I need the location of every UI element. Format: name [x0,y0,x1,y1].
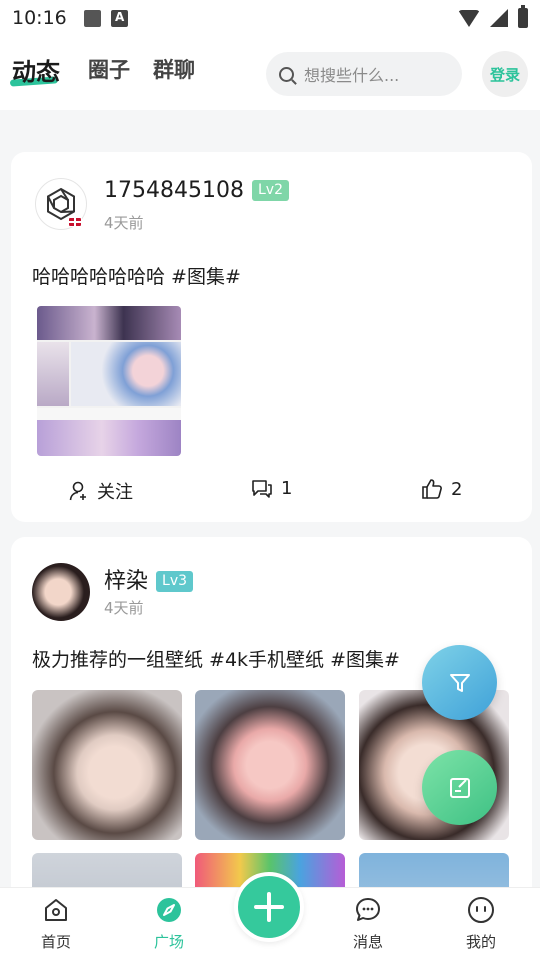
compass-icon [157,898,181,922]
wifi-icon [458,9,480,27]
signal-icon [490,9,508,27]
search-bar[interactable]: 想搜些什么... [266,52,462,96]
battery-icon [518,5,528,28]
profile-face-icon [468,897,494,923]
plus-icon [254,892,284,922]
post-image[interactable] [37,306,181,456]
comment-count: 1 [281,478,293,499]
follow-label: 关注 [97,482,133,503]
status-time: 10:16 [12,7,67,29]
comment-icon [252,479,272,498]
post-text: 哈哈哈哈哈哈哈 #图集# [32,266,241,288]
tab-group-chat[interactable]: 群聊 [153,54,195,84]
post-username[interactable]: 1754845108 Lv2 [104,178,289,203]
tab-circles[interactable]: 圈子 [88,54,130,84]
text-notification-icon [111,9,128,27]
avatar[interactable] [35,178,87,230]
nav-profile-label: 我的 [465,933,496,951]
filter-button[interactable] [422,645,497,720]
nav-home-label: 首页 [40,933,71,951]
username-text: 梓染 [104,569,149,594]
edit-note-icon [449,777,470,798]
level-badge: Lv3 [156,571,194,592]
nav-messages[interactable]: 消息 [338,896,398,952]
status-bar: 10:16 [0,0,540,36]
post-text: 极力推荐的一组壁纸 #4k手机壁纸 #图集# [32,649,400,671]
level-badge: Lv2 [251,180,289,201]
post-image[interactable] [195,690,345,840]
login-button[interactable]: 登录 [482,51,528,97]
nav-profile[interactable]: 我的 [451,896,511,952]
top-header: 动态 圈子 群聊 想搜些什么... 登录 [0,36,540,110]
chat-icon [356,898,380,921]
post-card[interactable]: 1754845108 Lv2 4天前 哈哈哈哈哈哈哈 #图集# 关注 1 2 [11,152,532,522]
like-count: 2 [451,478,463,500]
add-post-button[interactable] [234,872,304,942]
post-image[interactable] [32,690,182,840]
post-time: 4天前 [104,599,144,617]
uk-flag-icon [68,217,82,227]
search-placeholder: 想搜些什么... [304,66,400,85]
post-username[interactable]: 梓染 Lv3 [104,563,194,595]
nav-messages-label: 消息 [352,933,383,951]
filter-icon [449,673,470,692]
gallery-notification-icon [84,9,101,27]
avatar[interactable] [32,563,90,621]
thumbs-up-icon [422,479,442,499]
nav-home[interactable]: 首页 [26,896,86,952]
nav-square[interactable]: 广场 [139,896,199,952]
home-icon [45,899,67,921]
write-post-button[interactable] [422,750,497,825]
nav-square-label: 广场 [153,933,184,951]
search-icon [279,66,294,82]
add-user-icon [69,481,86,501]
follow-button[interactable]: 关注 [69,478,133,504]
comment-button[interactable]: 1 [251,478,292,499]
username-text: 1754845108 [104,178,244,203]
hexagon-logo-icon [47,187,75,221]
like-button[interactable]: 2 [421,478,462,500]
post-time: 4天前 [104,214,144,232]
tab-dynamics[interactable]: 动态 [12,52,60,87]
